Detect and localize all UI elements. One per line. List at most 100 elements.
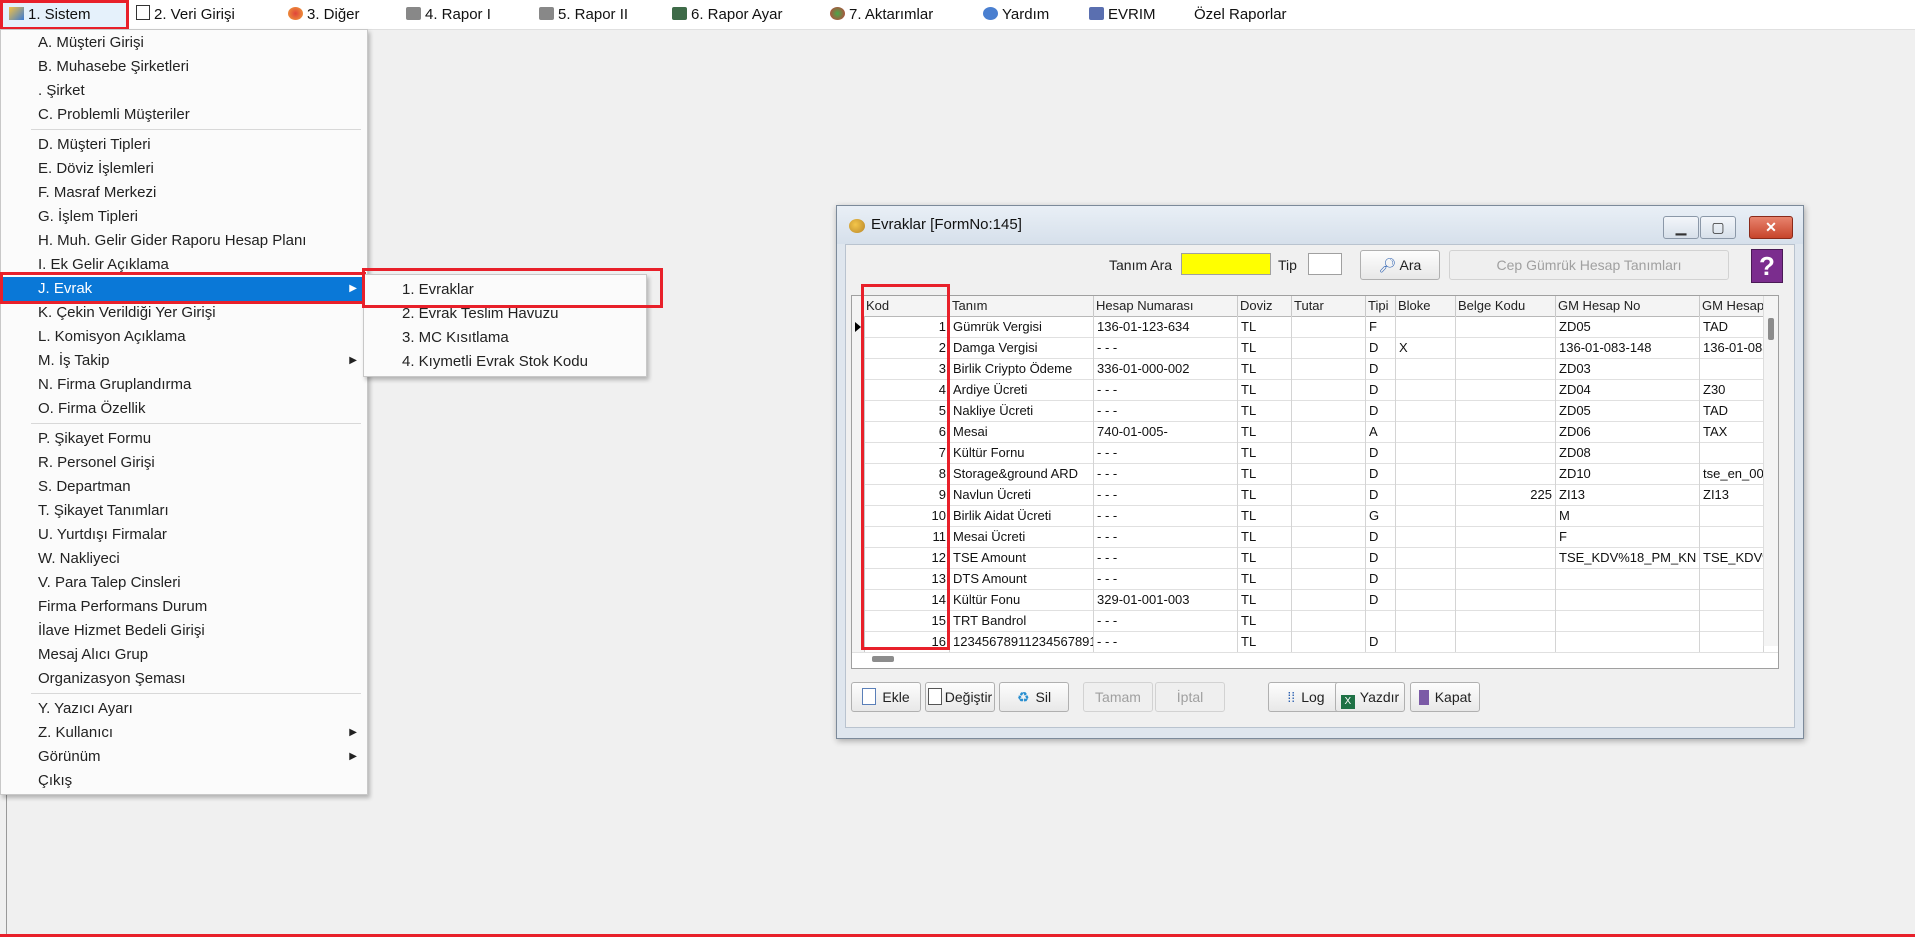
cell-gm-hesap[interactable]: Z30 — [1700, 379, 1764, 400]
cell-tipi[interactable]: D — [1366, 484, 1396, 505]
cell-tanim[interactable]: Navlun Ücreti — [950, 484, 1094, 505]
col-header-tipi[interactable]: Tipi — [1366, 296, 1396, 316]
menu-item-firma-ozellik[interactable]: O. Firma Özellik — [1, 397, 367, 421]
table-row[interactable]: 13 DTS Amount - - - TL D — [852, 568, 1778, 590]
cell-gm-hesap[interactable] — [1700, 505, 1764, 526]
cell-bloke[interactable] — [1396, 589, 1456, 610]
cell-gm-hesap[interactable]: TAD — [1700, 316, 1764, 337]
cell-belge-kodu[interactable] — [1456, 568, 1556, 589]
cell-tipi[interactable]: D — [1366, 358, 1396, 379]
cell-tanim[interactable]: Gümrük Vergisi — [950, 316, 1094, 337]
table-row[interactable]: 12 TSE Amount - - - TL D TSE_KDV%18_PM_KN TSE… — [852, 547, 1778, 569]
cell-hesap-numarasi[interactable]: - - - — [1094, 463, 1238, 484]
minimize-button[interactable]: ▁ — [1663, 216, 1699, 239]
menu-item-komisyon-aciklama[interactable]: L. Komisyon Açıklama — [1, 325, 367, 349]
cell-tutar[interactable] — [1292, 610, 1366, 631]
cell-tanim[interactable]: Birlik Aidat Ücreti — [950, 505, 1094, 526]
cell-tutar[interactable] — [1292, 316, 1366, 337]
cell-tutar[interactable] — [1292, 526, 1366, 547]
cell-tanim[interactable]: Birlik Criypto Ödeme — [950, 358, 1094, 379]
menu-evrim[interactable]: EVRIM — [1083, 2, 1162, 28]
menu-item-sikayet-formu[interactable]: P. Şikayet Formu — [1, 427, 367, 451]
cell-gm-hesap[interactable]: tse_en_00 — [1700, 463, 1764, 484]
cell-tipi[interactable]: D — [1366, 379, 1396, 400]
col-header-tutar[interactable]: Tutar — [1292, 296, 1366, 316]
menu-item-para-talep-cinsleri[interactable]: V. Para Talep Cinsleri — [1, 571, 367, 595]
cell-bloke[interactable] — [1396, 316, 1456, 337]
cell-tutar[interactable] — [1292, 442, 1366, 463]
menu-item-firma-gruplandirma[interactable]: N. Firma Gruplandırma — [1, 373, 367, 397]
cell-doviz[interactable]: TL — [1238, 442, 1292, 463]
cell-belge-kodu[interactable] — [1456, 589, 1556, 610]
cell-hesap-numarasi[interactable]: - - - — [1094, 505, 1238, 526]
cell-gm-hesap[interactable] — [1700, 568, 1764, 589]
col-header-gm-hesap[interactable]: GM Hesap — [1700, 296, 1764, 316]
maximize-button[interactable]: ▢ — [1700, 216, 1736, 239]
cell-hesap-numarasi[interactable]: - - - — [1094, 484, 1238, 505]
cell-gm-hesap-no[interactable]: 136-01-083-148 — [1556, 337, 1700, 358]
cell-gm-hesap[interactable]: 136-01-083- — [1700, 337, 1764, 358]
cell-bloke[interactable] — [1396, 379, 1456, 400]
table-row[interactable]: 15 TRT Bandrol - - - TL — [852, 610, 1778, 632]
cell-gm-hesap-no[interactable] — [1556, 589, 1700, 610]
cell-doviz[interactable]: TL — [1238, 484, 1292, 505]
cell-tutar[interactable] — [1292, 547, 1366, 568]
submenu-item-kiymetli-evrak[interactable]: 4. Kıymetli Evrak Stok Kodu — [402, 350, 588, 374]
menu-item-sirket[interactable]: . Şirket — [1, 79, 367, 103]
cell-hesap-numarasi[interactable]: - - - — [1094, 631, 1238, 652]
cell-gm-hesap[interactable] — [1700, 589, 1764, 610]
table-row[interactable]: 6 Mesai 740-01-005- TL A ZD06 TAX — [852, 421, 1778, 443]
menu-item-cekin-verildigi-yer[interactable]: K. Çekin Verildiği Yer Girişi — [1, 301, 367, 325]
cell-bloke[interactable] — [1396, 547, 1456, 568]
cell-hesap-numarasi[interactable]: - - - — [1094, 400, 1238, 421]
cell-hesap-numarasi[interactable]: 336-01-000-002 — [1094, 358, 1238, 379]
cep-gumruk-button[interactable]: Cep Gümrük Hesap Tanımları — [1449, 250, 1729, 280]
cell-gm-hesap[interactable]: ZI13 — [1700, 484, 1764, 505]
cell-gm-hesap[interactable]: TAX — [1700, 421, 1764, 442]
cell-tutar[interactable] — [1292, 400, 1366, 421]
table-row[interactable]: 1 Gümrük Vergisi 136-01-123-634 TL F ZD05 TAD — [852, 316, 1778, 338]
cell-hesap-numarasi[interactable]: - - - — [1094, 442, 1238, 463]
degistir-button[interactable]: Değiştir — [925, 682, 995, 712]
menu-item-organizasyon-semasi[interactable]: Organizasyon Şeması — [1, 667, 367, 691]
tip-input[interactable] — [1308, 253, 1342, 275]
vertical-scrollbar[interactable] — [1763, 296, 1778, 646]
cell-tutar[interactable] — [1292, 568, 1366, 589]
menu-sistem[interactable]: 1. Sistem — [0, 0, 129, 30]
menu-item-ilave-hizmet-bedeli[interactable]: İlave Hizmet Bedeli Girişi — [1, 619, 367, 643]
submenu-item-mc-kisitlama[interactable]: 3. MC Kısıtlama — [402, 326, 509, 350]
cell-tutar[interactable] — [1292, 463, 1366, 484]
cell-gm-hesap[interactable] — [1700, 631, 1764, 652]
tamam-button[interactable]: Tamam — [1083, 682, 1153, 712]
cell-gm-hesap-no[interactable]: ZI13 — [1556, 484, 1700, 505]
cell-gm-hesap[interactable] — [1700, 610, 1764, 631]
evraklar-grid[interactable]: Kod Tanım Hesap Numarası Doviz Tutar Tip… — [851, 295, 1779, 669]
table-row[interactable]: 11 Mesai Ücreti - - - TL D F — [852, 526, 1778, 548]
menu-ozel-raporlar[interactable]: Özel Raporlar — [1188, 2, 1293, 28]
menu-rapor-1[interactable]: 4. Rapor I — [400, 2, 497, 28]
scroll-thumb[interactable] — [1768, 318, 1774, 340]
cell-tipi[interactable]: D — [1366, 568, 1396, 589]
close-button[interactable]: ✕ — [1749, 216, 1793, 239]
cell-bloke[interactable] — [1396, 358, 1456, 379]
cell-tanim[interactable]: DTS Amount — [950, 568, 1094, 589]
cell-tanim[interactable]: 123456789112345678912 — [950, 631, 1094, 652]
menu-item-musteri-girisi[interactable]: A. Müşteri Girişi — [1, 31, 367, 55]
menu-item-gorunum[interactable]: Görünüm ▶ — [1, 745, 367, 769]
cell-gm-hesap-no[interactable] — [1556, 568, 1700, 589]
table-row[interactable]: 3 Birlik Criypto Ödeme 336-01-000-002 TL D ZD… — [852, 358, 1778, 380]
cell-tipi[interactable]: D — [1366, 442, 1396, 463]
cell-belge-kodu[interactable] — [1456, 358, 1556, 379]
cell-doviz[interactable]: TL — [1238, 505, 1292, 526]
cell-hesap-numarasi[interactable]: - - - — [1094, 568, 1238, 589]
iptal-button[interactable]: İptal — [1155, 682, 1225, 712]
table-row[interactable]: 10 Birlik Aidat Ücreti - - - TL G M — [852, 505, 1778, 527]
cell-doviz[interactable]: TL — [1238, 547, 1292, 568]
cell-gm-hesap-no[interactable] — [1556, 610, 1700, 631]
kapat-button[interactable]: Kapat — [1410, 682, 1480, 712]
menu-item-personel-girisi[interactable]: R. Personel Girişi — [1, 451, 367, 475]
cell-belge-kodu[interactable] — [1456, 610, 1556, 631]
cell-bloke[interactable]: X — [1396, 337, 1456, 358]
cell-hesap-numarasi[interactable]: 329-01-001-003 — [1094, 589, 1238, 610]
cell-belge-kodu[interactable] — [1456, 463, 1556, 484]
